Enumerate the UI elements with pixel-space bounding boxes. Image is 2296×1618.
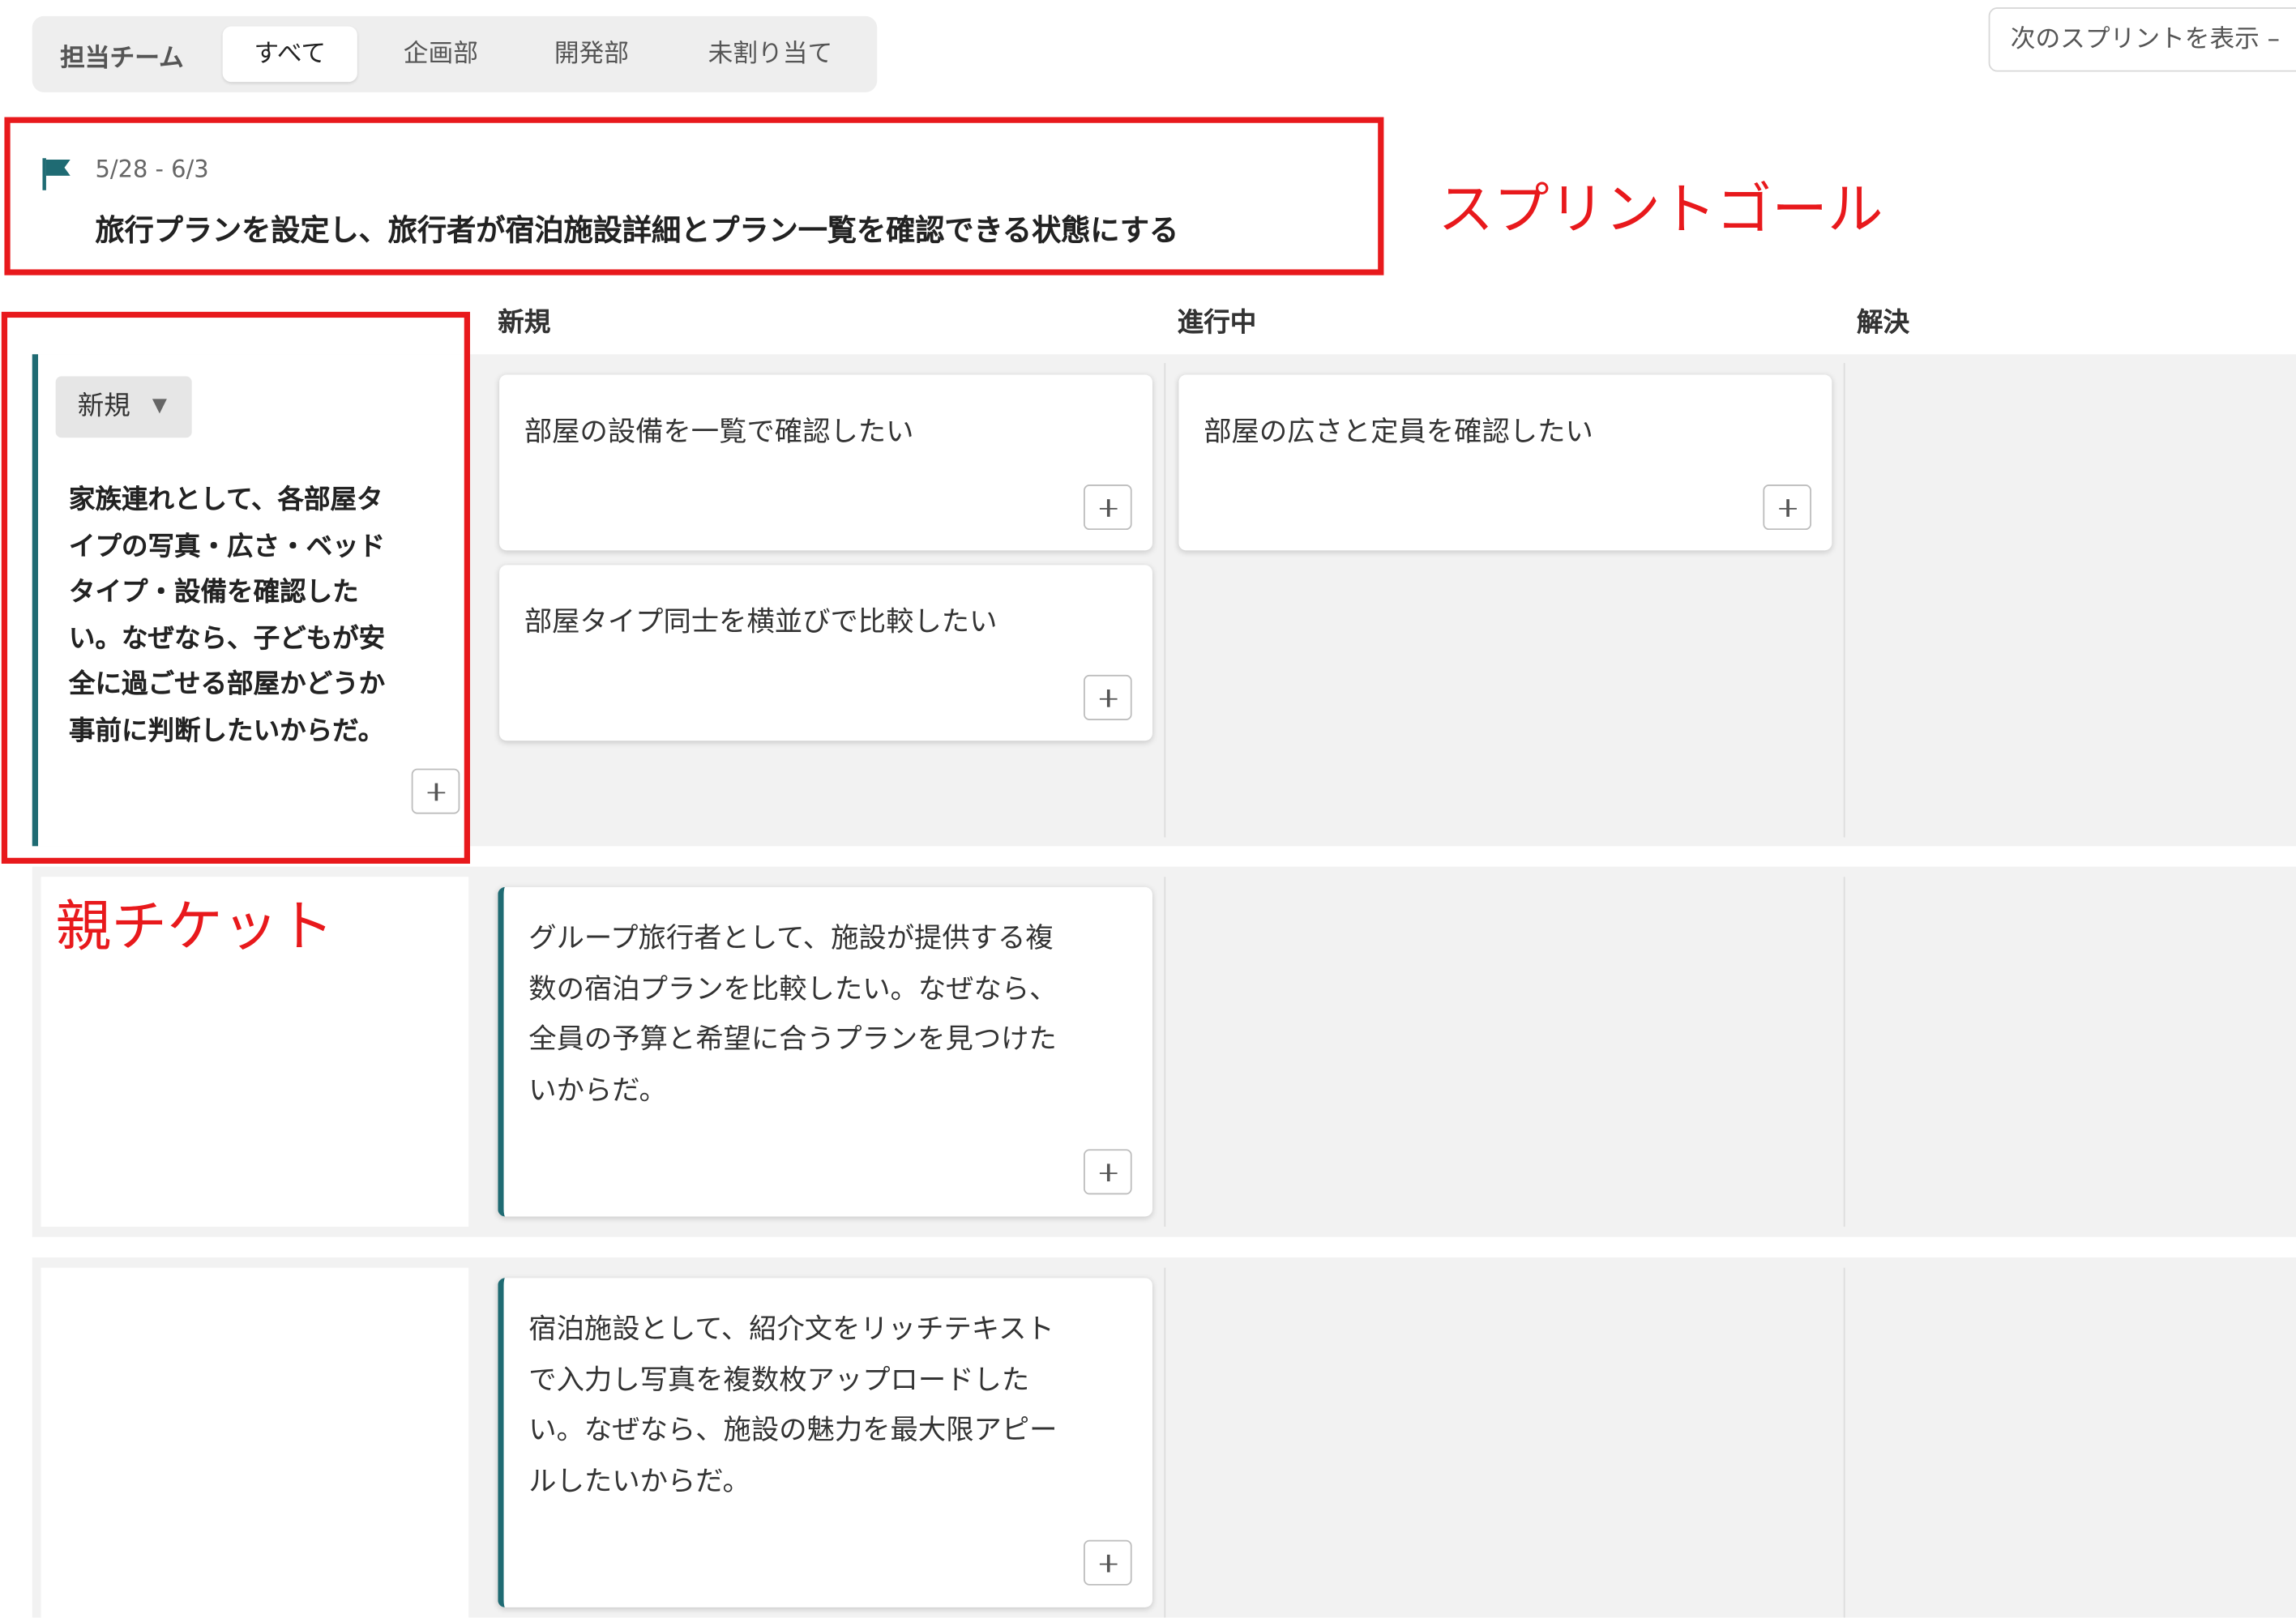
story-line: で入力し写真を複数枚アップロードした — [528, 1364, 1030, 1396]
next-sprint-button[interactable]: 次のスプリントを表示 – — [1988, 7, 2296, 72]
story-line: 宿泊施設として、紹介文をリッチテキスト — [528, 1313, 1054, 1346]
story-line: グループ旅行者として、施設が提供する複 — [528, 922, 1054, 955]
ticket-card[interactable]: 部屋タイプ同士を横並びで比較したい — [499, 565, 1152, 741]
story-line: 数の宿泊プランを比較したい。なぜなら、 — [528, 972, 1058, 1005]
column-divider — [1164, 363, 1166, 838]
sprint-dates: 5/28 - 6/3 — [95, 155, 209, 183]
story-card[interactable]: グループ旅行者として、施設が提供する複 数の宿泊プランを比較したい。なぜなら、 … — [498, 886, 1152, 1217]
story-card[interactable]: 宿泊施設として、紹介文をリッチテキスト で入力し写真を複数枚アップロードした い… — [498, 1278, 1152, 1607]
sprint-goal-annotation: スプリントゴール — [1438, 177, 1883, 242]
story-line: い。なぜなら、施設の魅力を最大限アピー — [528, 1414, 1058, 1447]
ticket-title: 部屋の広さと定員を確認したい — [1204, 416, 1593, 448]
ticket-title: 部屋タイプ同士を横並びで比較したい — [524, 606, 998, 638]
column-header-resolved: 解決 — [1857, 307, 1910, 339]
column-divider — [1164, 877, 1166, 1227]
team-filter-bar: 担当チーム すべて 企画部 開発部 未割り当て — [32, 15, 878, 92]
column-divider — [1843, 1267, 1845, 1618]
add-button[interactable] — [1084, 485, 1132, 531]
parent-ticket-highlight — [1, 311, 470, 864]
column-divider — [1843, 363, 1845, 838]
story-line: いからだ。 — [528, 1074, 667, 1107]
add-button[interactable] — [1084, 674, 1132, 720]
flag-icon — [42, 158, 71, 190]
kanban-board: 担当チーム すべて 企画部 開発部 未割り当て 次のスプリントを表示 – 5/2… — [0, 0, 2296, 1618]
filter-tab-all[interactable]: すべて — [222, 26, 357, 83]
add-button[interactable] — [1084, 1149, 1132, 1195]
ticket-card[interactable]: 部屋の広さと定員を確認したい — [1178, 374, 1832, 551]
add-button[interactable] — [1763, 485, 1812, 531]
column-header-new: 新規 — [498, 307, 551, 339]
ticket-card[interactable]: 部屋の設備を一覧で確認したい — [499, 374, 1152, 551]
filter-tab-unassigned[interactable]: 未割り当て — [677, 27, 864, 83]
ticket-title: 部屋の設備を一覧で確認したい — [524, 416, 914, 448]
sprint-goal-text: 旅行プランを設定し、旅行者が宿泊施設詳細とプラン一覧を確認できる状態にする — [95, 211, 1179, 248]
story-text: 宿泊施設として、紹介文をリッチテキスト で入力し写真を複数枚アップロードした い… — [528, 1304, 1144, 1506]
filter-tab-planning[interactable]: 企画部 — [374, 27, 508, 83]
parent-ticket-annotation: 親チケット — [55, 894, 334, 959]
story-line: ルしたいからだ。 — [528, 1464, 750, 1497]
story-text: グループ旅行者として、施設が提供する複 数の宿泊プランを比較したい。なぜなら、 … — [528, 913, 1144, 1115]
story-line: 全員の予算と希望に合うプランを見つけた — [528, 1022, 1057, 1056]
parent-panel-empty — [41, 1267, 469, 1618]
filter-tab-development[interactable]: 開発部 — [524, 27, 659, 83]
sprint-goal-highlight: 5/28 - 6/3 旅行プランを設定し、旅行者が宿泊施設詳細とプラン一覧を確認… — [4, 117, 1384, 275]
column-header-in-progress: 進行中 — [1177, 307, 1257, 339]
team-filter-label: 担当チーム — [60, 44, 184, 74]
column-divider — [1164, 1267, 1166, 1618]
column-divider — [1843, 877, 1845, 1227]
add-button[interactable] — [1084, 1539, 1132, 1586]
